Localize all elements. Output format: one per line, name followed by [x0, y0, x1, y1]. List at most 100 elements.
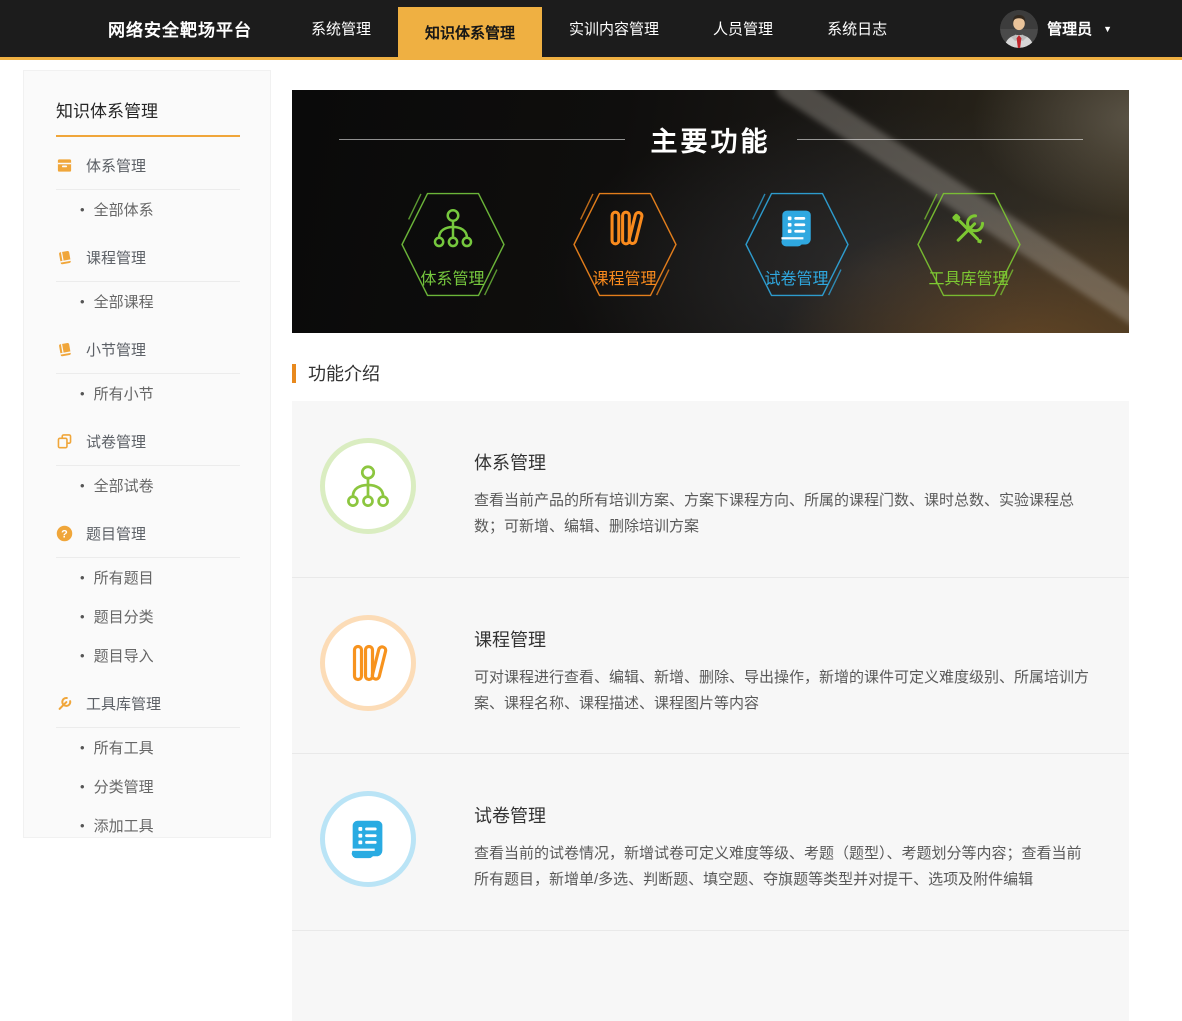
hero-feature-exam-mgmt[interactable]: 试卷管理 [739, 181, 855, 308]
sidebar-child-label: 添加工具 [94, 815, 154, 836]
sidebar-item-label: 课程管理 [86, 247, 146, 268]
bullet-icon: • [80, 740, 85, 755]
nav-item-training-content[interactable]: 实训内容管理 [542, 0, 686, 57]
sidebar-section-section: 小节管理 • 所有小节 [56, 325, 240, 413]
feature-card-title: 试卷管理 [474, 802, 1089, 828]
bullet-icon: • [80, 570, 85, 585]
sidebar-item-all-questions[interactable]: • 所有题目 [56, 558, 240, 597]
circle-ring [320, 615, 416, 711]
chevron-down-icon: ▼ [1103, 24, 1112, 34]
sidebar-item-question-mgmt[interactable]: 题目管理 [56, 509, 240, 557]
book-icon [56, 249, 73, 266]
sidebar-child-label: 题目导入 [94, 645, 154, 666]
org-tree-icon [395, 207, 511, 249]
divider [797, 139, 1083, 140]
bullet-icon: • [80, 386, 85, 401]
feature-card-body: 试卷管理 查看当前的试卷情况，新增试卷可定义难度等级、考题（题型）、考题划分等内… [474, 791, 1089, 894]
nav-item-system-log[interactable]: 系统日志 [800, 0, 914, 57]
hero-title: 主要功能 [651, 120, 771, 159]
sidebar-item-question-categories[interactable]: • 题目分类 [56, 597, 240, 636]
feature-card-title: 课程管理 [474, 626, 1089, 652]
scroll-icon [739, 207, 855, 249]
sidebar-child-label: 题目分类 [94, 606, 154, 627]
sidebar-item-label: 体系管理 [86, 155, 146, 176]
sidebar-item-section-mgmt[interactable]: 小节管理 [56, 325, 240, 373]
hero-feature-course-mgmt[interactable]: 课程管理 [567, 181, 683, 308]
sidebar-item-toolkit-mgmt[interactable]: 工具库管理 [56, 679, 240, 727]
nav-item-knowledge-mgmt[interactable]: 知识体系管理 [398, 7, 542, 57]
main-nav: 系统管理 知识体系管理 实训内容管理 人员管理 系统日志 [284, 0, 914, 57]
sidebar-item-all-sections[interactable]: • 所有小节 [56, 374, 240, 413]
feature-circle [320, 438, 416, 534]
sidebar-item-question-import[interactable]: • 题目导入 [56, 636, 240, 675]
sidebar-item-tool-categories[interactable]: • 分类管理 [56, 767, 240, 806]
hero-title-row: 主要功能 [292, 120, 1129, 159]
main-content: 主要功能 体系管理 课程管理 [292, 90, 1129, 1021]
hero-feature-label: 工具库管理 [911, 265, 1027, 289]
sidebar: 知识体系管理 体系管理 • 全部体系 课程管理 • 全部课程 小节管理 • [23, 70, 271, 838]
sidebar-item-course-mgmt[interactable]: 课程管理 [56, 233, 240, 281]
wrench-icon [56, 695, 73, 712]
user-name: 管理员 [1047, 18, 1092, 39]
sidebar-item-tixi-mgmt[interactable]: 体系管理 [56, 141, 240, 189]
sidebar-child-label: 全部试卷 [94, 475, 154, 496]
sidebar-item-all-exams[interactable]: • 全部试卷 [56, 466, 240, 505]
copy-icon [56, 433, 73, 450]
sidebar-child-label: 分类管理 [94, 776, 154, 797]
bullet-icon: • [80, 648, 85, 663]
feature-card-description: 查看当前产品的所有培训方案、方案下课程方向、所属的课程门数、课时总数、实验课程总… [474, 488, 1089, 541]
hero-feature-label: 体系管理 [395, 265, 511, 289]
hero-feature-row: 体系管理 课程管理 试卷管理 工具 [292, 181, 1129, 308]
feature-card-body: 课程管理 可对课程进行查看、编辑、新增、删除、导出操作，新增的课件可定义难度级别… [474, 615, 1089, 718]
sidebar-item-label: 工具库管理 [86, 693, 161, 714]
sidebar-child-label: 所有小节 [94, 383, 154, 404]
sidebar-section-exam: 试卷管理 • 全部试卷 [56, 417, 240, 505]
section-heading: 功能介绍 [292, 360, 1129, 386]
bullet-icon: • [80, 818, 85, 833]
sidebar-item-label: 小节管理 [86, 339, 146, 360]
nav-item-personnel[interactable]: 人员管理 [686, 0, 800, 57]
sidebar-section-tools: 工具库管理 • 所有工具 • 分类管理 • 添加工具 [56, 679, 240, 845]
hero-feature-toolkit-mgmt[interactable]: 工具库管理 [911, 181, 1027, 308]
feature-intro-panel: 体系管理 查看当前产品的所有培训方案、方案下课程方向、所属的课程门数、课时总数、… [292, 401, 1129, 1021]
hero-feature-system-mgmt[interactable]: 体系管理 [395, 181, 511, 308]
question-icon [56, 525, 73, 542]
section-heading-title: 功能介绍 [308, 360, 380, 386]
feature-card-exam-mgmt: 试卷管理 查看当前的试卷情况，新增试卷可定义难度等级、考题（题型）、考题划分等内… [292, 754, 1129, 931]
sidebar-child-label: 全部课程 [94, 291, 154, 312]
bullet-icon: • [80, 294, 85, 309]
sidebar-item-exam-mgmt[interactable]: 试卷管理 [56, 417, 240, 465]
feature-circle [320, 615, 416, 711]
top-navbar: 网络安全靶场平台 系统管理 知识体系管理 实训内容管理 人员管理 系统日志 管理… [0, 0, 1182, 60]
sidebar-child-label: 全部体系 [94, 199, 154, 220]
feature-circle [320, 791, 416, 887]
hero-banner: 主要功能 体系管理 课程管理 [292, 90, 1129, 333]
sidebar-child-label: 所有工具 [94, 737, 154, 758]
feature-card-system-mgmt: 体系管理 查看当前产品的所有培训方案、方案下课程方向、所属的课程门数、课时总数、… [292, 401, 1129, 578]
feature-card-body: 体系管理 查看当前产品的所有培训方案、方案下课程方向、所属的课程门数、课时总数、… [474, 438, 1089, 541]
book-icon [56, 341, 73, 358]
sidebar-item-add-tool[interactable]: • 添加工具 [56, 806, 240, 845]
archive-box-icon [56, 157, 73, 174]
circle-ring [320, 438, 416, 534]
divider [339, 139, 625, 140]
nav-item-system-mgmt[interactable]: 系统管理 [284, 0, 398, 57]
sidebar-child-label: 所有题目 [94, 567, 154, 588]
hero-feature-label: 课程管理 [567, 265, 683, 289]
sidebar-item-all-tools[interactable]: • 所有工具 [56, 728, 240, 767]
sidebar-item-label: 题目管理 [86, 523, 146, 544]
feature-card-title: 体系管理 [474, 449, 1089, 475]
sidebar-section-question: 题目管理 • 所有题目 • 题目分类 • 题目导入 [56, 509, 240, 675]
feature-card-description: 可对课程进行查看、编辑、新增、删除、导出操作，新增的课件可定义难度级别、所属培训… [474, 665, 1089, 718]
sidebar-item-all-courses[interactable]: • 全部课程 [56, 282, 240, 321]
bullet-icon: • [80, 779, 85, 794]
hero-feature-label: 试卷管理 [739, 265, 855, 289]
user-avatar-icon [1000, 10, 1038, 48]
sidebar-item-all-systems[interactable]: • 全部体系 [56, 190, 240, 229]
bullet-icon: • [80, 609, 85, 624]
feature-card-course-mgmt: 课程管理 可对课程进行查看、编辑、新增、删除、导出操作，新增的课件可定义难度级别… [292, 578, 1129, 755]
brand-title[interactable]: 网络安全靶场平台 [108, 0, 252, 57]
sidebar-section-course: 课程管理 • 全部课程 [56, 233, 240, 321]
feature-card-description: 查看当前的试卷情况，新增试卷可定义难度等级、考题（题型）、考题划分等内容；查看当… [474, 841, 1089, 894]
user-menu[interactable]: 管理员 ▼ [1000, 0, 1112, 57]
